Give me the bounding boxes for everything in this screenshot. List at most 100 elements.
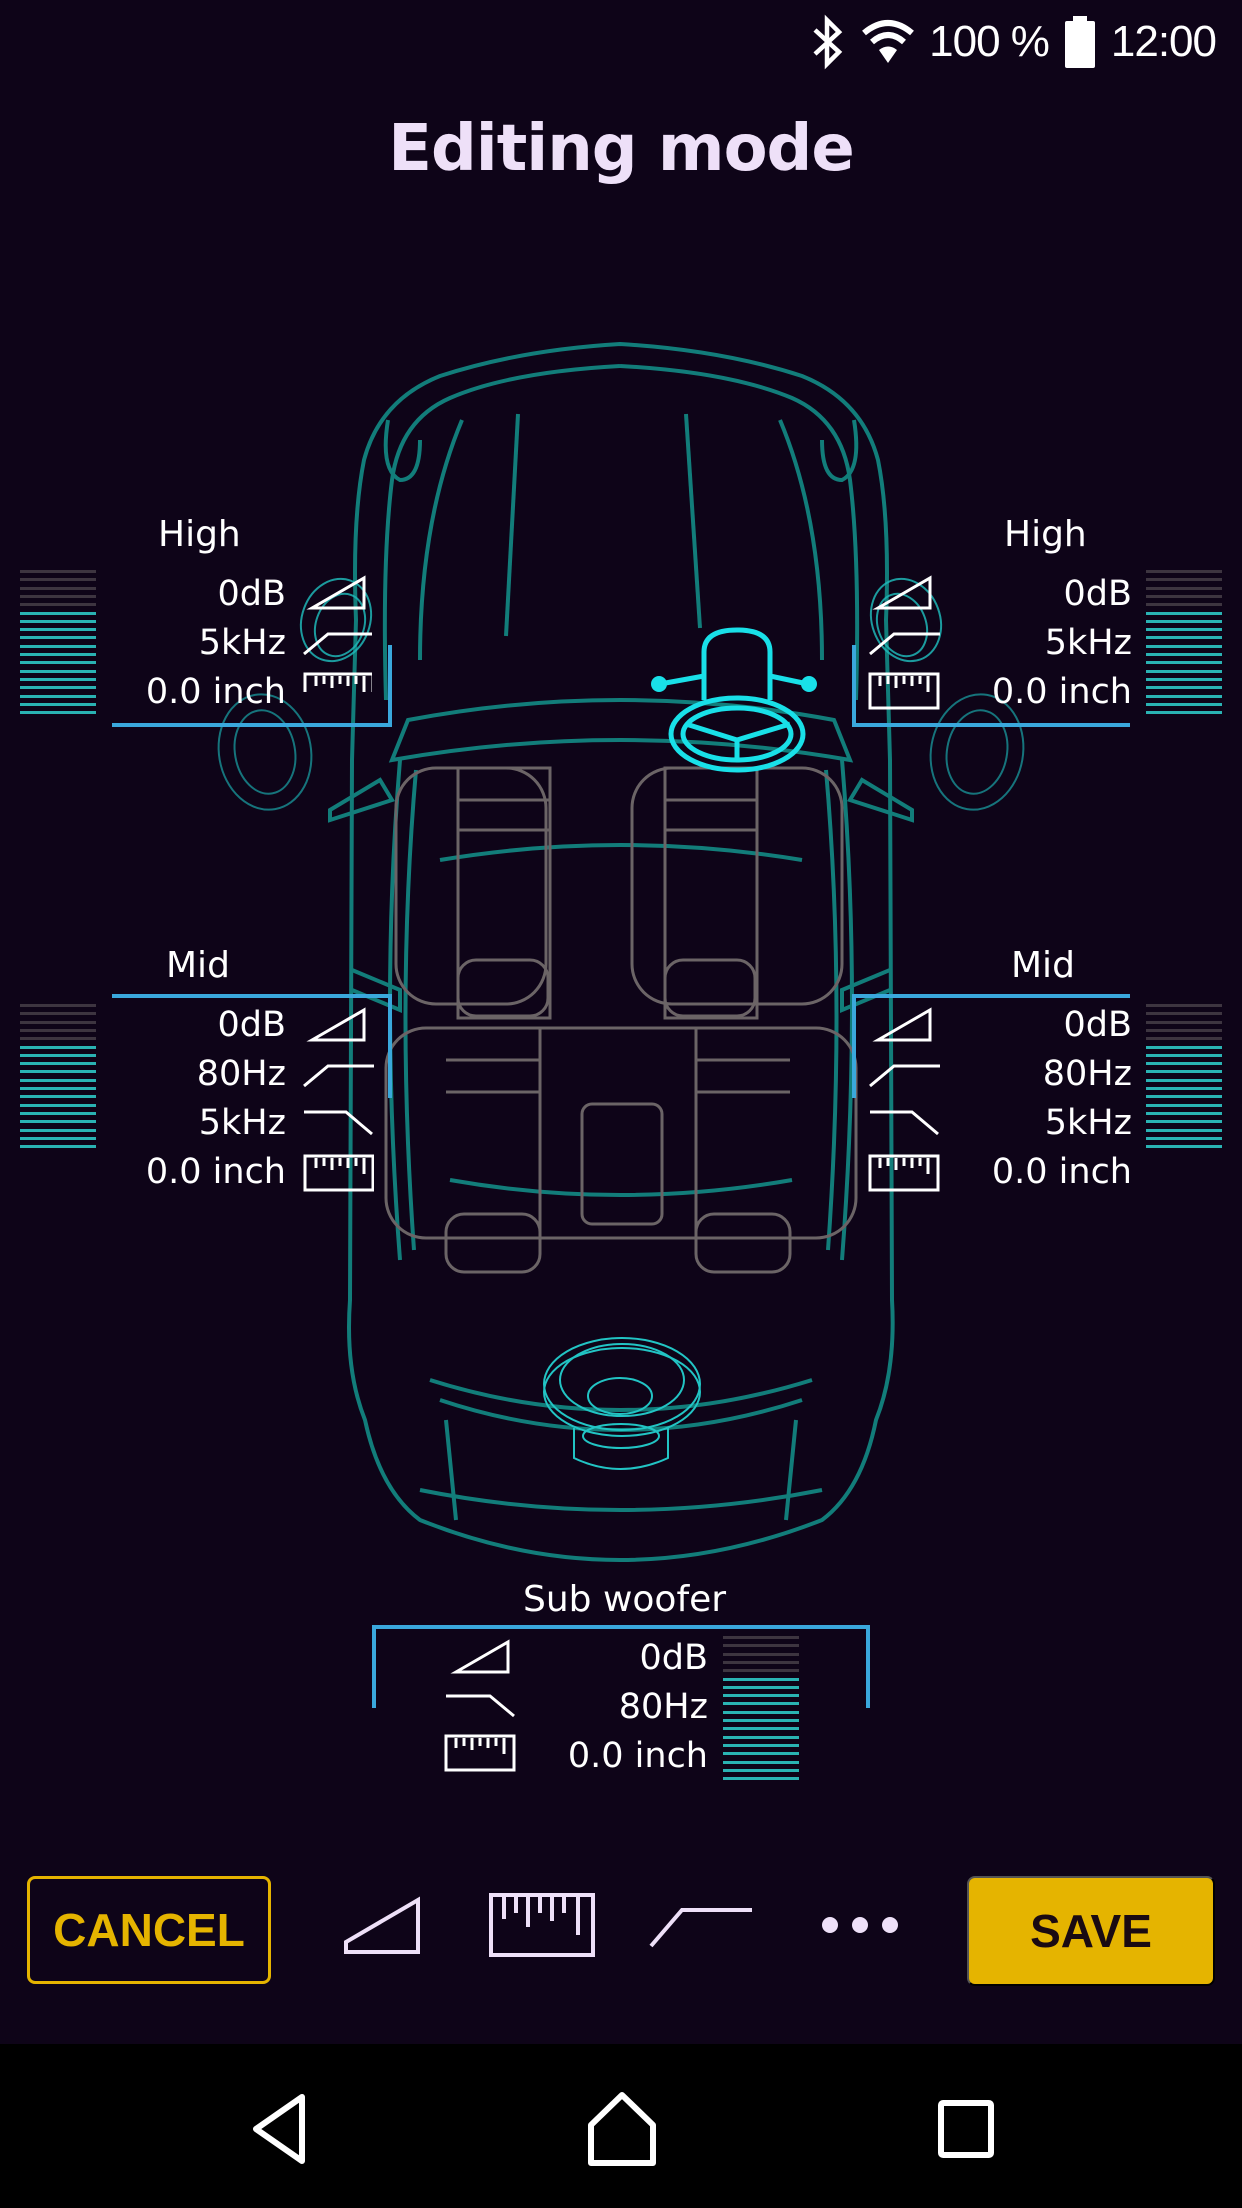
meter-segment	[20, 578, 96, 582]
front-left-hpf[interactable]: 5kHz	[199, 623, 286, 663]
mid-left-distance[interactable]: 0.0 inch	[146, 1152, 286, 1192]
meter-segment	[723, 1660, 799, 1664]
meter-segment	[20, 1087, 96, 1090]
meter-segment	[1146, 1145, 1222, 1149]
meter-segment	[723, 1669, 799, 1673]
gain-icon	[872, 1007, 932, 1042]
mid-left-icons	[303, 1007, 374, 1192]
subwoofer-gain[interactable]: 0dB	[640, 1638, 709, 1678]
save-button[interactable]: SAVE	[967, 1876, 1215, 1986]
meter-segment	[20, 1078, 96, 1082]
back-button[interactable]	[230, 2084, 330, 2174]
meter-segment	[723, 1710, 799, 1714]
meter-segment	[1146, 1045, 1222, 1049]
mid-left-label: Mid	[166, 945, 230, 986]
more-icon[interactable]	[818, 1910, 902, 1940]
mid-left-hpf[interactable]: 80Hz	[197, 1054, 286, 1094]
highpass-icon	[869, 1064, 940, 1088]
meter-segment	[1146, 1087, 1222, 1090]
meter-segment	[1146, 611, 1222, 615]
meter-segment	[20, 1095, 96, 1099]
mid-right-hpf[interactable]: 80Hz	[1043, 1054, 1132, 1094]
home-button[interactable]	[572, 2084, 672, 2174]
meter-segment	[723, 1644, 799, 1648]
front-right-hpf[interactable]: 5kHz	[1045, 623, 1132, 663]
meter-segment	[1146, 1028, 1222, 1032]
meter-segment	[20, 594, 96, 598]
meter-segment	[723, 1636, 799, 1639]
meter-segment	[20, 1120, 96, 1124]
lowpass-icon	[446, 1694, 515, 1718]
meter-segment	[20, 677, 96, 681]
highpass-icon	[303, 632, 372, 656]
meter-segment	[20, 636, 96, 640]
meter-segment	[1146, 644, 1222, 648]
front-left-label: High	[158, 514, 241, 555]
meter-segment	[1146, 1128, 1222, 1132]
front-left-meter	[20, 570, 96, 719]
meter-segment	[1146, 628, 1222, 632]
highpass-icon	[869, 632, 940, 656]
meter-segment	[1146, 1111, 1222, 1115]
meter-segment	[1146, 711, 1222, 715]
meter-segment	[1146, 677, 1222, 681]
mid-left-lpf[interactable]: 5kHz	[199, 1103, 286, 1143]
meter-segment	[20, 1037, 96, 1041]
meter-segment	[1146, 661, 1222, 665]
gain-icon	[872, 575, 932, 610]
meter-segment	[1146, 1053, 1222, 1057]
mid-right-distance[interactable]: 0.0 inch	[992, 1152, 1132, 1192]
gain-icon	[306, 1007, 366, 1042]
meter-segment	[20, 702, 96, 706]
meter-segment	[20, 1128, 96, 1132]
meter-segment	[1146, 1078, 1222, 1082]
front-right-gain[interactable]: 0dB	[1064, 574, 1133, 614]
crossover-filter-icon[interactable]	[648, 1896, 754, 1956]
front-right-distance[interactable]: 0.0 inch	[992, 672, 1132, 712]
meter-segment	[20, 611, 96, 615]
subwoofer-label: Sub woofer	[523, 1579, 727, 1620]
meter-segment	[723, 1752, 799, 1756]
meter-segment	[20, 586, 96, 590]
front-right-meter	[1146, 570, 1222, 719]
front-right-label: High	[1004, 514, 1087, 555]
meter-segment	[1146, 570, 1222, 573]
meter-segment	[20, 1028, 96, 1032]
mid-right-icons	[868, 1007, 940, 1192]
mid-right-label: Mid	[1011, 945, 1075, 986]
meter-segment	[1146, 694, 1222, 698]
meter-segment	[20, 1145, 96, 1149]
front-left-gain[interactable]: 0dB	[218, 574, 287, 614]
lowpass-icon	[304, 1110, 373, 1136]
meter-segment	[20, 661, 96, 665]
mid-right-gain[interactable]: 0dB	[1064, 1005, 1133, 1045]
meter-segment	[20, 694, 96, 698]
recents-button[interactable]	[916, 2084, 1016, 2174]
highpass-icon	[303, 1064, 374, 1088]
mid-left-gain[interactable]: 0dB	[218, 1005, 287, 1045]
meter-segment	[20, 619, 96, 623]
gain-icon[interactable]	[342, 1896, 424, 1960]
meter-segment	[20, 603, 96, 607]
front-left-icons	[303, 575, 372, 692]
meter-segment	[1146, 686, 1222, 690]
distance-ruler-icon[interactable]	[488, 1892, 598, 1962]
meter-segment	[20, 653, 96, 656]
meter-segment	[20, 1070, 96, 1074]
meter-segment	[1146, 1136, 1222, 1140]
ruler-icon	[868, 1154, 940, 1192]
subwoofer-distance[interactable]: 0.0 inch	[568, 1736, 708, 1776]
subwoofer-lpf[interactable]: 80Hz	[619, 1687, 708, 1727]
meter-segment	[1146, 603, 1222, 607]
meter-segment	[723, 1677, 799, 1681]
cancel-button[interactable]: CANCEL	[27, 1876, 271, 1984]
meter-segment	[1146, 1120, 1222, 1124]
meter-segment	[1146, 586, 1222, 590]
home-icon	[588, 2092, 656, 2166]
meter-segment	[723, 1727, 799, 1731]
meter-segment	[723, 1719, 799, 1722]
mid-right-lpf[interactable]: 5kHz	[1045, 1103, 1132, 1143]
ruler-icon	[444, 1734, 516, 1772]
front-left-distance[interactable]: 0.0 inch	[146, 672, 286, 712]
mid-right-meter	[1146, 1004, 1222, 1153]
